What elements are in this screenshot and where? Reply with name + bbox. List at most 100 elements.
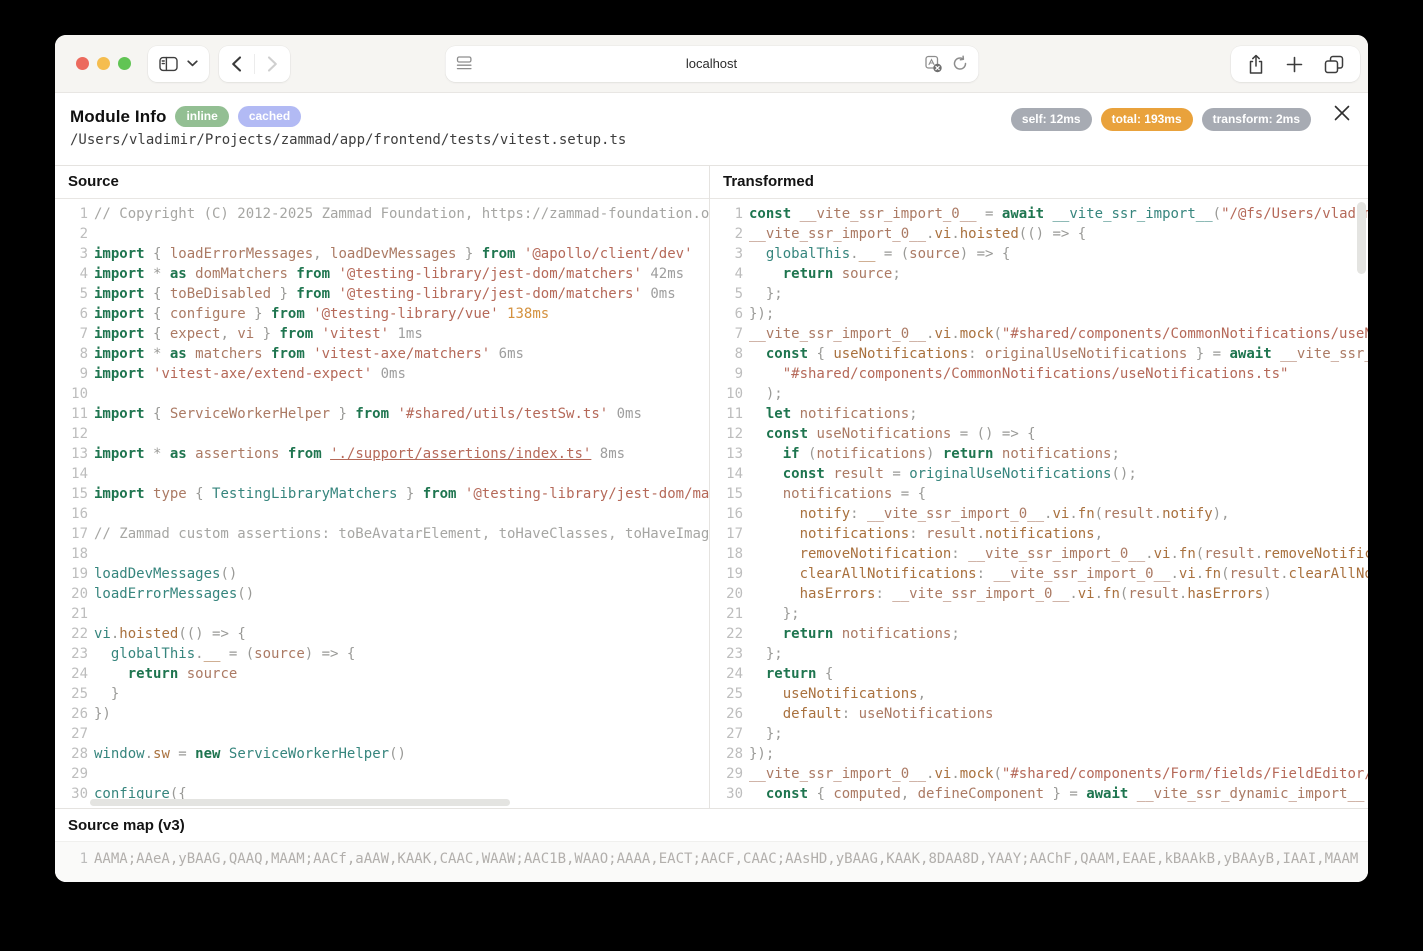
line-number: 30 [55, 784, 88, 804]
horizontal-scrollbar[interactable] [90, 799, 510, 806]
line-number: 17 [710, 524, 743, 544]
source-code[interactable]: 1// Copyright (C) 2012-2025 Zammad Found… [55, 199, 709, 808]
chevron-down-icon[interactable] [187, 60, 198, 67]
line-number: 4 [55, 264, 88, 284]
code-line: 30 const { computed, defineComponent } =… [710, 784, 1368, 804]
line-number: 7 [55, 324, 88, 344]
code-text: return notifications; [749, 624, 960, 644]
file-link[interactable]: './support/assertions/index.ts' [330, 446, 591, 462]
line-number: 24 [710, 664, 743, 684]
code-line: 28window.sw = new ServiceWorkerHelper() [55, 744, 709, 764]
module-info-header: Module Info inline cached /Users/vladimi… [55, 93, 1368, 165]
new-tab-icon[interactable] [1286, 56, 1303, 73]
module-path: /Users/vladimir/Projects/zammad/app/fron… [70, 132, 1368, 148]
code-line: 7__vite_ssr_import_0__.vi.mock("#shared/… [710, 324, 1368, 344]
code-text: loadDevMessages() [94, 564, 237, 584]
line-number: 29 [55, 764, 88, 784]
code-text: import { loadErrorMessages, loadDevMessa… [94, 244, 693, 264]
line-number: 22 [55, 624, 88, 644]
code-text: import { expect, vi } from 'vitest' 1ms [94, 324, 423, 344]
back-button[interactable] [219, 46, 254, 82]
line-number: 6 [710, 304, 743, 324]
line-number: 30 [710, 784, 743, 804]
line-number: 8 [710, 344, 743, 364]
transformed-pane-title: Transformed [710, 166, 1368, 199]
minimize-window-button[interactable] [97, 57, 110, 70]
code-line: 5import { toBeDisabled } from '@testing-… [55, 284, 709, 304]
line-number: 21 [55, 604, 88, 624]
reload-icon[interactable] [951, 55, 968, 72]
code-text: import { configure } from '@testing-libr… [94, 304, 549, 324]
url-text[interactable]: localhost [445, 46, 978, 82]
line-number: 2 [55, 224, 88, 244]
line-number: 29 [710, 764, 743, 784]
code-line: 18 removeNotification: __vite_ssr_import… [710, 544, 1368, 564]
code-text: } [94, 684, 119, 704]
code-line: 12 const useNotifications = () => { [710, 424, 1368, 444]
code-text: "#shared/components/CommonNotifications/… [749, 364, 1288, 384]
line-number: 14 [710, 464, 743, 484]
code-text: return { [749, 664, 833, 684]
code-text: import 'vitest-axe/extend-expect' 0ms [94, 364, 406, 384]
share-icon[interactable] [1247, 54, 1265, 75]
vertical-scrollbar[interactable] [1357, 202, 1366, 274]
code-text: const { useNotifications: originalUseNot… [749, 344, 1368, 364]
tab-overview-icon[interactable] [1324, 55, 1344, 74]
line-number: 28 [55, 744, 88, 764]
address-bar-icons [924, 55, 968, 73]
line-number: 2 [710, 224, 743, 244]
chevron-right-icon [267, 56, 278, 72]
code-line: 28}); [710, 744, 1368, 764]
address-bar[interactable]: localhost [445, 46, 978, 82]
code-text: }; [749, 604, 800, 624]
code-text: }; [749, 644, 783, 664]
line-number: 4 [710, 264, 743, 284]
transformed-code[interactable]: 1const __vite_ssr_import_0__ = await __v… [710, 199, 1368, 808]
total-time-badge: total: 193ms [1101, 108, 1193, 131]
translate-icon[interactable] [924, 55, 942, 73]
line-number: 3 [710, 244, 743, 264]
line-number: 3 [55, 244, 88, 264]
line-number: 23 [55, 644, 88, 664]
code-text: notify: __vite_ssr_import_0__.vi.fn(resu… [749, 504, 1230, 524]
line-number: 20 [710, 584, 743, 604]
line-number: 21 [710, 604, 743, 624]
line-number: 1 [55, 849, 88, 882]
code-text: __vite_ssr_import_0__.vi.mock("#shared/c… [749, 764, 1368, 784]
code-text: if (notifications) return notifications; [749, 444, 1120, 464]
code-line: 15import type { TestingLibraryMatchers }… [55, 484, 709, 504]
code-line: 19loadDevMessages() [55, 564, 709, 584]
close-window-button[interactable] [76, 57, 89, 70]
code-text: loadErrorMessages() [94, 584, 254, 604]
line-number: 17 [55, 524, 88, 544]
code-text: // Copyright (C) 2012-2025 Zammad Founda… [94, 204, 709, 224]
code-line: 29 __vite_ssr_import_0__.vi.mock("#shared… [710, 764, 1368, 784]
toolbar-right-buttons [1231, 46, 1360, 82]
code-text: const useNotifications = () => { [749, 424, 1036, 444]
code-text: import { toBeDisabled } from '@testing-l… [94, 284, 676, 304]
code-line: 2 [55, 224, 709, 244]
code-text: }) [94, 704, 111, 724]
sourcemap-title: Source map (v3) [55, 809, 1368, 841]
line-number: 5 [710, 284, 743, 304]
code-panes: Source 1// Copyright (C) 2012-2025 Zamma… [55, 165, 1368, 808]
forward-button[interactable] [255, 46, 290, 82]
code-text: __vite_ssr_import_0__.vi.mock("#shared/c… [749, 324, 1368, 344]
code-line: 26}) [55, 704, 709, 724]
code-line: 13import * as assertions from './support… [55, 444, 709, 464]
page-title: Module Info [70, 107, 166, 127]
close-panel-button[interactable] [1331, 102, 1353, 124]
code-line: 14 [55, 464, 709, 484]
fullscreen-window-button[interactable] [118, 57, 131, 70]
sidebar-icon[interactable] [159, 56, 178, 72]
code-line: 21 }; [710, 604, 1368, 624]
line-number: 27 [55, 724, 88, 744]
line-number: 18 [710, 544, 743, 564]
code-text: vi.hoisted(() => { [94, 624, 246, 644]
code-text: // Zammad custom assertions: toBeAvatarE… [94, 524, 709, 544]
transformed-pane: Transformed 1const __vite_ssr_import_0__… [710, 166, 1368, 808]
sidebar-toggle-group [148, 46, 209, 82]
code-line: 22 vi.hoisted(() => { [55, 624, 709, 644]
code-text: default: useNotifications [749, 704, 993, 724]
sourcemap-body: 1 AAMA;AAeA,yBAAG,QAAQ,MAAM;AACf,aAAW,KA… [55, 841, 1368, 882]
